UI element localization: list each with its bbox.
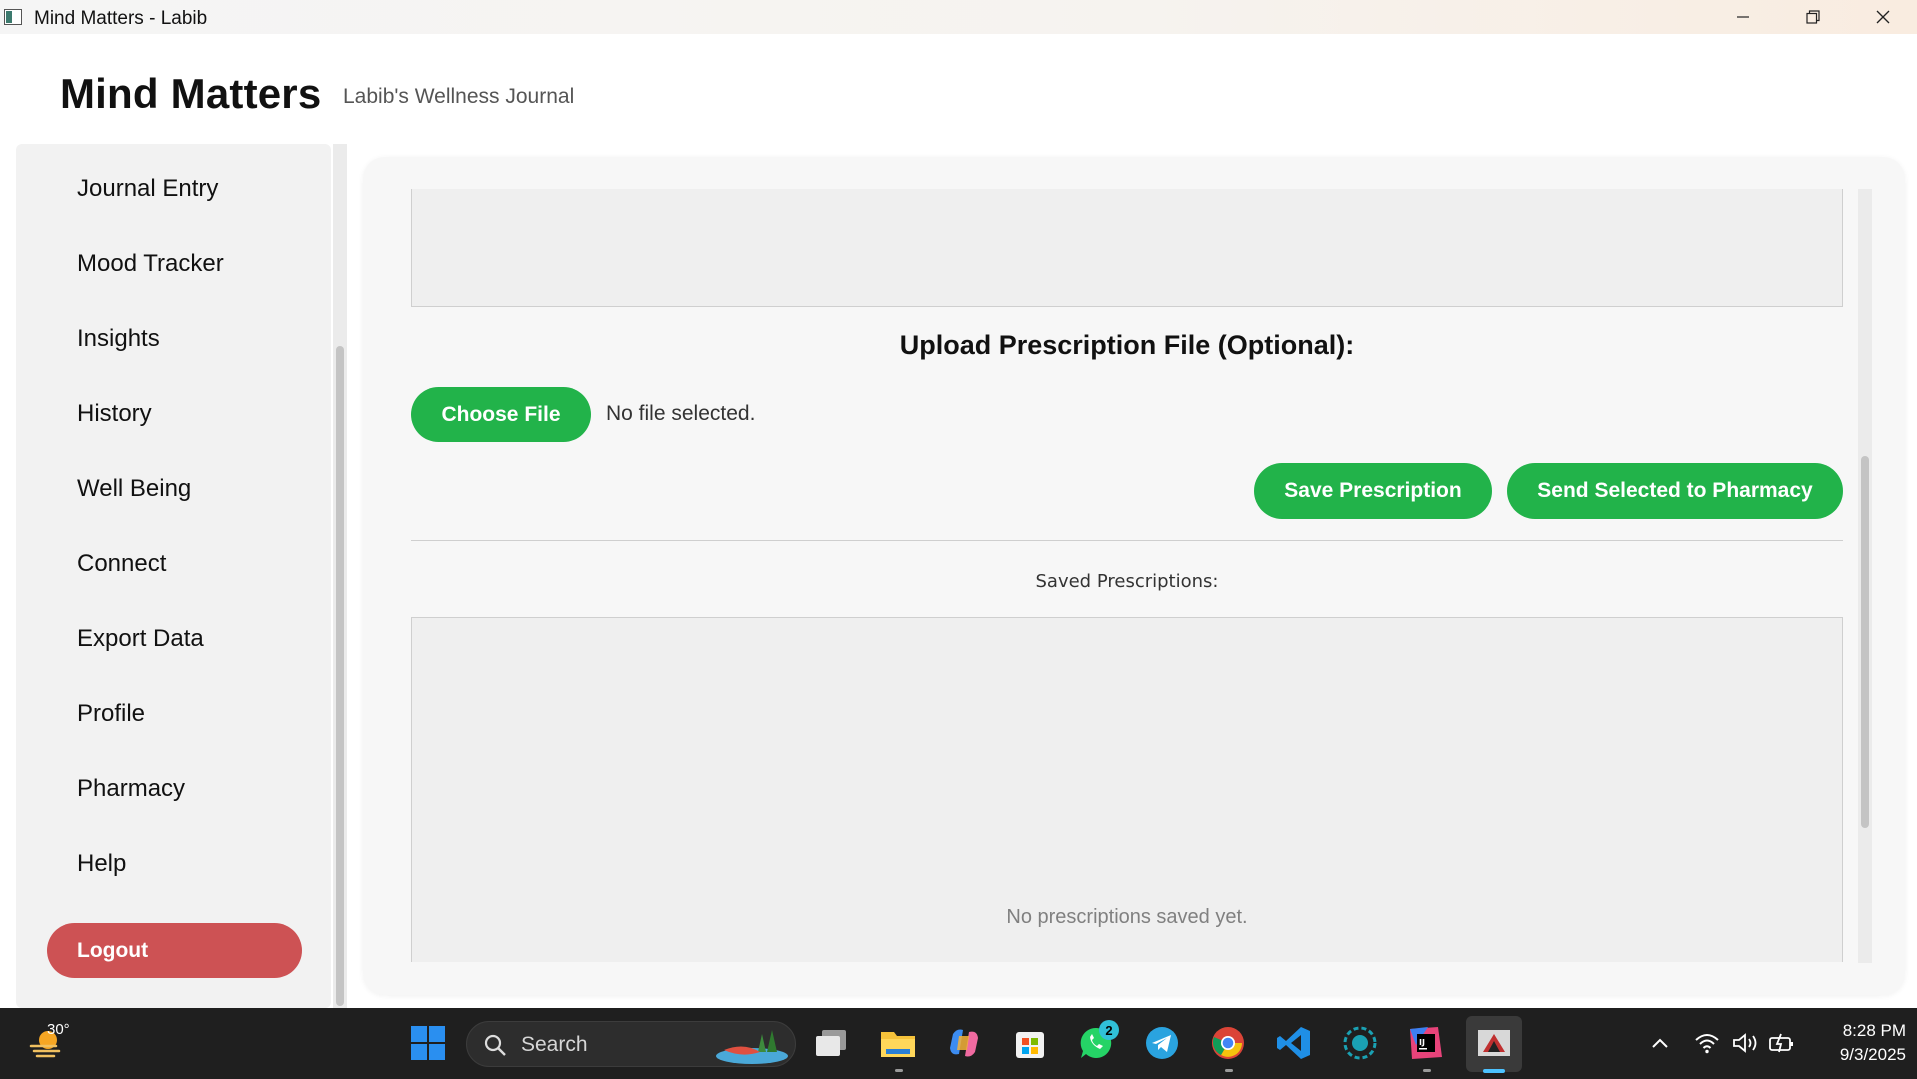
minimize-icon — [1737, 16, 1749, 18]
app-window-icon — [4, 9, 22, 25]
close-button[interactable] — [1848, 0, 1917, 34]
task-view-icon — [816, 1030, 846, 1056]
file-explorer-button[interactable] — [879, 1024, 917, 1062]
sidebar-item-export-data[interactable]: Export Data — [77, 625, 204, 653]
sidebar-item-connect[interactable]: Connect — [77, 550, 166, 578]
chrome-button[interactable] — [1209, 1024, 1247, 1062]
window-title: Mind Matters - Labib — [34, 8, 208, 29]
search-highlight-icon — [716, 1030, 788, 1064]
clock-time[interactable]: 8:28 PM — [1806, 1021, 1906, 1041]
copilot-button[interactable] — [945, 1024, 983, 1062]
window-titlebar: Mind Matters - Labib — [0, 0, 1917, 34]
search-icon — [484, 1034, 506, 1056]
close-icon — [1876, 10, 1890, 24]
clock-date[interactable]: 9/3/2025 — [1806, 1045, 1906, 1065]
saved-prescriptions-label: Saved Prescriptions: — [1035, 571, 1219, 592]
start-icon — [411, 1026, 445, 1060]
restore-button[interactable] — [1778, 0, 1848, 34]
telegram-button[interactable] — [1143, 1024, 1181, 1062]
task-view-button[interactable] — [812, 1024, 850, 1062]
telegram-icon — [1146, 1027, 1178, 1059]
file-status-text: No file selected. — [606, 402, 756, 425]
sidebar-item-profile[interactable]: Profile — [77, 700, 145, 728]
send-to-pharmacy-button[interactable]: Send Selected to Pharmacy — [1507, 463, 1843, 519]
sidebar-item-history[interactable]: History — [77, 400, 152, 428]
chrome-icon — [1212, 1027, 1244, 1059]
section-divider — [411, 540, 1843, 541]
vscode-button[interactable] — [1275, 1024, 1313, 1062]
battery-icon[interactable] — [1768, 1032, 1796, 1054]
minimize-button[interactable] — [1708, 0, 1778, 34]
save-prescription-button[interactable]: Save Prescription — [1254, 463, 1492, 519]
sidebar-scrollbar-thumb[interactable] — [336, 346, 344, 1006]
sidebar-item-pharmacy[interactable]: Pharmacy — [77, 775, 185, 803]
sidebar-item-well-being[interactable]: Well Being — [77, 475, 191, 503]
copilot-icon — [950, 1029, 978, 1057]
restore-icon — [1806, 10, 1820, 24]
whatsapp-notification-badge: 2 — [1099, 1020, 1119, 1040]
chevron-up-icon[interactable] — [1650, 1036, 1670, 1050]
logout-button[interactable]: Logout — [47, 923, 302, 978]
empty-list-message: No prescriptions saved yet. — [1006, 906, 1248, 928]
store-button[interactable] — [1011, 1024, 1049, 1062]
main-scrollbar-thumb[interactable] — [1861, 456, 1869, 828]
sidebar-item-help[interactable]: Help — [77, 850, 126, 878]
java-app-icon — [1478, 1030, 1510, 1056]
file-explorer-running-indicator — [895, 1069, 903, 1072]
upload-section-title: Upload Prescription File (Optional): — [899, 330, 1355, 360]
intellij-running-indicator — [1423, 1069, 1431, 1072]
weather-temperature: 30° — [47, 1021, 70, 1038]
chrome-running-indicator — [1225, 1069, 1233, 1072]
intellij-icon: IJ — [1410, 1027, 1442, 1059]
vscode-icon — [1277, 1027, 1310, 1059]
start-button[interactable] — [409, 1024, 447, 1062]
app-icon — [1343, 1026, 1377, 1060]
store-icon — [1016, 1032, 1044, 1058]
java-app-button[interactable] — [1466, 1016, 1522, 1072]
search-placeholder: Search — [521, 1033, 588, 1056]
app-brand-title: Mind Matters — [60, 70, 322, 117]
file-explorer-icon — [881, 1032, 915, 1057]
prescription-text-area[interactable] — [411, 189, 1843, 307]
volume-icon[interactable] — [1732, 1032, 1760, 1054]
sidebar-item-insights[interactable]: Insights — [77, 325, 160, 353]
screen-app-button[interactable] — [1341, 1024, 1379, 1062]
sidebar-item-mood-tracker[interactable]: Mood Tracker — [77, 250, 224, 278]
app-tagline: Labib's Wellness Journal — [343, 85, 575, 108]
wifi-icon[interactable] — [1694, 1032, 1720, 1054]
intellij-button[interactable]: IJ — [1407, 1024, 1445, 1062]
svg-text:IJ: IJ — [1419, 1038, 1425, 1047]
sidebar-item-journal-entry[interactable]: Journal Entry — [77, 175, 218, 203]
choose-file-button[interactable]: Choose File — [411, 387, 591, 442]
java-app-running-indicator — [1483, 1069, 1505, 1073]
